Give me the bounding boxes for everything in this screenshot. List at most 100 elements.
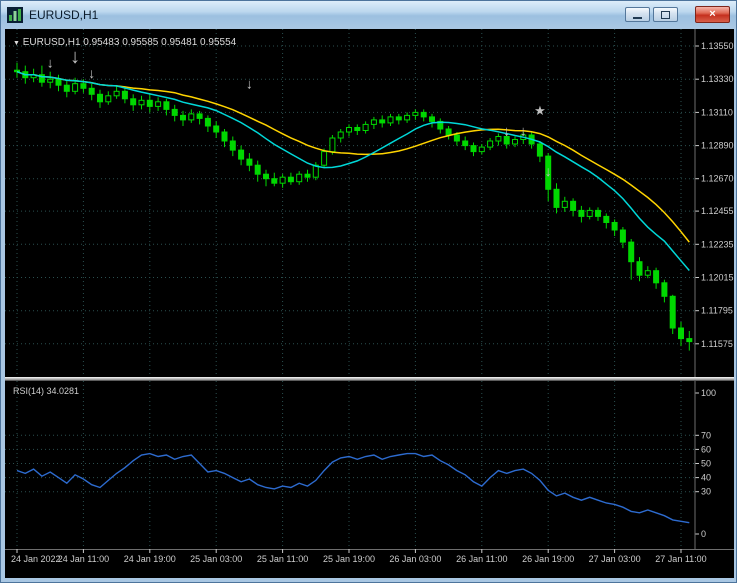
candle-body <box>429 116 435 122</box>
time-axis-label: 25 Jan 03:00 <box>190 554 242 564</box>
candle-body <box>678 327 684 340</box>
maximize-button[interactable] <box>653 7 678 22</box>
time-axis-label: 24 Jan 19:00 <box>124 554 176 564</box>
rsi-axis-label: 60 <box>701 444 711 454</box>
rsi-axis-label: 100 <box>701 388 716 398</box>
candle-body <box>238 149 245 160</box>
candle-body <box>561 200 568 208</box>
candle-body <box>113 90 120 97</box>
candle-body <box>188 113 195 121</box>
price-axis-label: 1.12235 <box>701 239 734 249</box>
candle-body <box>204 117 211 127</box>
time-axis-label: 26 Jan 19:00 <box>522 554 574 564</box>
time-axis-label: 26 Jan 03:00 <box>389 554 441 564</box>
candle-body <box>387 116 394 124</box>
candle-body <box>653 270 660 284</box>
candle-body <box>296 173 303 183</box>
sell-arrow-marker: ↓ <box>88 65 95 81</box>
candle-body <box>512 139 518 145</box>
time-axis-label: 26 Jan 11:00 <box>456 554 507 564</box>
candle-body <box>287 176 294 183</box>
price-axis-label: 1.13330 <box>701 74 734 84</box>
candle-body <box>171 108 178 116</box>
rsi-axis-label: 70 <box>701 430 711 440</box>
candle-body <box>595 209 601 217</box>
candle-body <box>553 188 560 208</box>
time-axis-label: 27 Jan 03:00 <box>589 554 641 564</box>
candle-body <box>221 131 228 142</box>
candle-body <box>586 209 593 217</box>
candle-body <box>619 229 626 243</box>
rsi-axis-label: 40 <box>701 473 711 483</box>
candle-body <box>636 261 643 276</box>
price-axis-label: 1.13550 <box>701 41 734 51</box>
candle-body <box>146 99 153 107</box>
candle-body <box>686 338 693 343</box>
candle-body <box>196 113 203 119</box>
price-axis-label: 1.11795 <box>701 306 733 316</box>
star-marker: ★ <box>534 103 546 118</box>
candle-body <box>180 114 186 121</box>
candle-body <box>570 200 577 211</box>
candle-body <box>279 176 286 184</box>
time-axis-label: 27 Jan 11:00 <box>655 554 706 564</box>
candle-body <box>420 111 427 118</box>
candle-body <box>263 173 269 180</box>
sell-arrow-marker: ↓ <box>70 46 80 68</box>
candle-body <box>611 222 618 231</box>
price-axis-label: 1.13110 <box>701 107 733 117</box>
rsi-indicator-label: RSI(14) 34.0281 <box>13 386 79 396</box>
rsi-axis-label: 0 <box>701 529 706 539</box>
candle-body <box>412 111 419 116</box>
candle-body <box>213 125 220 133</box>
candle-body <box>121 90 128 100</box>
price-axis-label: 1.12670 <box>701 174 734 184</box>
candle-body <box>462 140 469 147</box>
candle-body <box>354 127 361 131</box>
candle-body <box>163 101 170 110</box>
candle-body <box>603 215 610 223</box>
chart-info-line: ▼ EURUSD,H1 0.95483 0.95585 0.95481 0.95… <box>13 37 237 48</box>
time-axis-label: 24 Jan 2022 <box>11 554 61 564</box>
rsi-indicator-panel[interactable]: 100 70 60 50 40 30 0 RSI(14) 34.0281 <box>5 381 734 549</box>
candle-body <box>578 209 585 217</box>
candle-body <box>669 295 676 329</box>
sell-arrow-marker: ↓ <box>545 163 552 179</box>
candle-body <box>246 158 253 166</box>
sell-arrow-marker: ↓ <box>47 55 54 71</box>
candle-body <box>329 137 336 153</box>
sell-arrow-marker: ↓ <box>503 123 510 139</box>
candle-body <box>271 178 278 184</box>
window-buttons: × <box>625 6 730 23</box>
price-axis-label: 1.12015 <box>701 273 734 283</box>
candle-body <box>304 173 311 178</box>
rsi-axis-label: 30 <box>701 487 711 497</box>
candle-body <box>661 282 668 297</box>
candle-body <box>536 143 543 157</box>
window-title: EURUSD,H1 <box>29 7 99 22</box>
minimize-button[interactable] <box>625 7 650 22</box>
candle-body <box>379 119 386 124</box>
window-titlebar[interactable]: EURUSD,H1 × <box>1 1 736 28</box>
candle-body <box>229 140 236 151</box>
time-axis[interactable]: 24 Jan 202224 Jan 11:00 24 Jan 19:00 25 Ja… <box>5 549 734 578</box>
candle-body <box>105 95 112 103</box>
ma-fast-line <box>16 70 690 271</box>
collapse-triangle-icon: ▼ <box>13 40 20 47</box>
candle-body <box>97 93 103 103</box>
price-chart-panel[interactable]: 1.13550 1.13330 1.13110 1.12890 1.12670 1.124… <box>5 29 734 377</box>
price-axis-label: 1.11575 <box>701 339 733 349</box>
candle-body <box>321 151 328 166</box>
candle-body <box>404 114 411 121</box>
candle-body <box>487 140 494 148</box>
chart-app-icon <box>7 6 23 23</box>
candle-body <box>155 101 162 107</box>
candle-body <box>63 84 70 92</box>
close-button[interactable]: × <box>695 6 730 23</box>
price-axis-label: 1.12890 <box>701 141 734 151</box>
rsi-axis-label: 50 <box>701 459 711 469</box>
candle-body <box>337 131 344 139</box>
candle-body <box>138 99 145 106</box>
mt-chart-window: EURUSD,H1 × 1.13550 1.13330 1.13110 1.12890… <box>0 0 737 583</box>
candle-body <box>478 146 485 153</box>
